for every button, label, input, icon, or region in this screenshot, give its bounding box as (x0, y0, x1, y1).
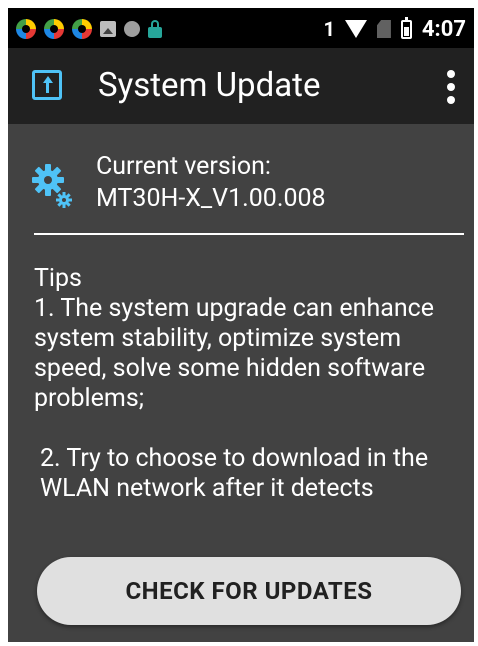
circle-icon (124, 21, 140, 37)
current-version-label: Current version: (96, 152, 271, 181)
wifi-icon (344, 20, 367, 38)
gear-icon (32, 164, 72, 208)
lock-icon (148, 20, 162, 38)
clock: 4:07 (421, 16, 466, 42)
notification-icons (16, 18, 162, 40)
check-for-updates-button[interactable]: CHECK FOR UPDATES (37, 557, 461, 625)
image-icon (100, 21, 116, 37)
tip-item-2: 2. Try to choose to download in the WLAN… (40, 444, 429, 503)
tips-panel[interactable]: Tips 1. The system upgrade can enhance s… (34, 264, 470, 514)
system-icons: 1 4:07 (323, 16, 466, 42)
swirl-app-icon (44, 19, 64, 39)
battery-icon (400, 16, 412, 39)
screen: 1 4:07 System Update Current version: MT… (8, 8, 474, 642)
swirl-app-icon (72, 19, 92, 39)
status-bar: 1 4:07 (8, 8, 474, 48)
tip-item-1: 1. The system upgrade can enhance system… (34, 294, 434, 413)
swirl-app-icon (16, 19, 36, 39)
page-title: System Update (98, 66, 321, 105)
no-sim-icon (376, 20, 391, 38)
overflow-menu-icon[interactable] (446, 70, 456, 104)
sim-count: 1 (323, 17, 335, 41)
tips-heading: Tips (34, 264, 82, 293)
app-bar: System Update (8, 48, 474, 124)
current-version-value: MT30H-X_V1.00.008 (96, 184, 326, 213)
system-update-icon (32, 70, 62, 100)
divider (34, 233, 464, 235)
